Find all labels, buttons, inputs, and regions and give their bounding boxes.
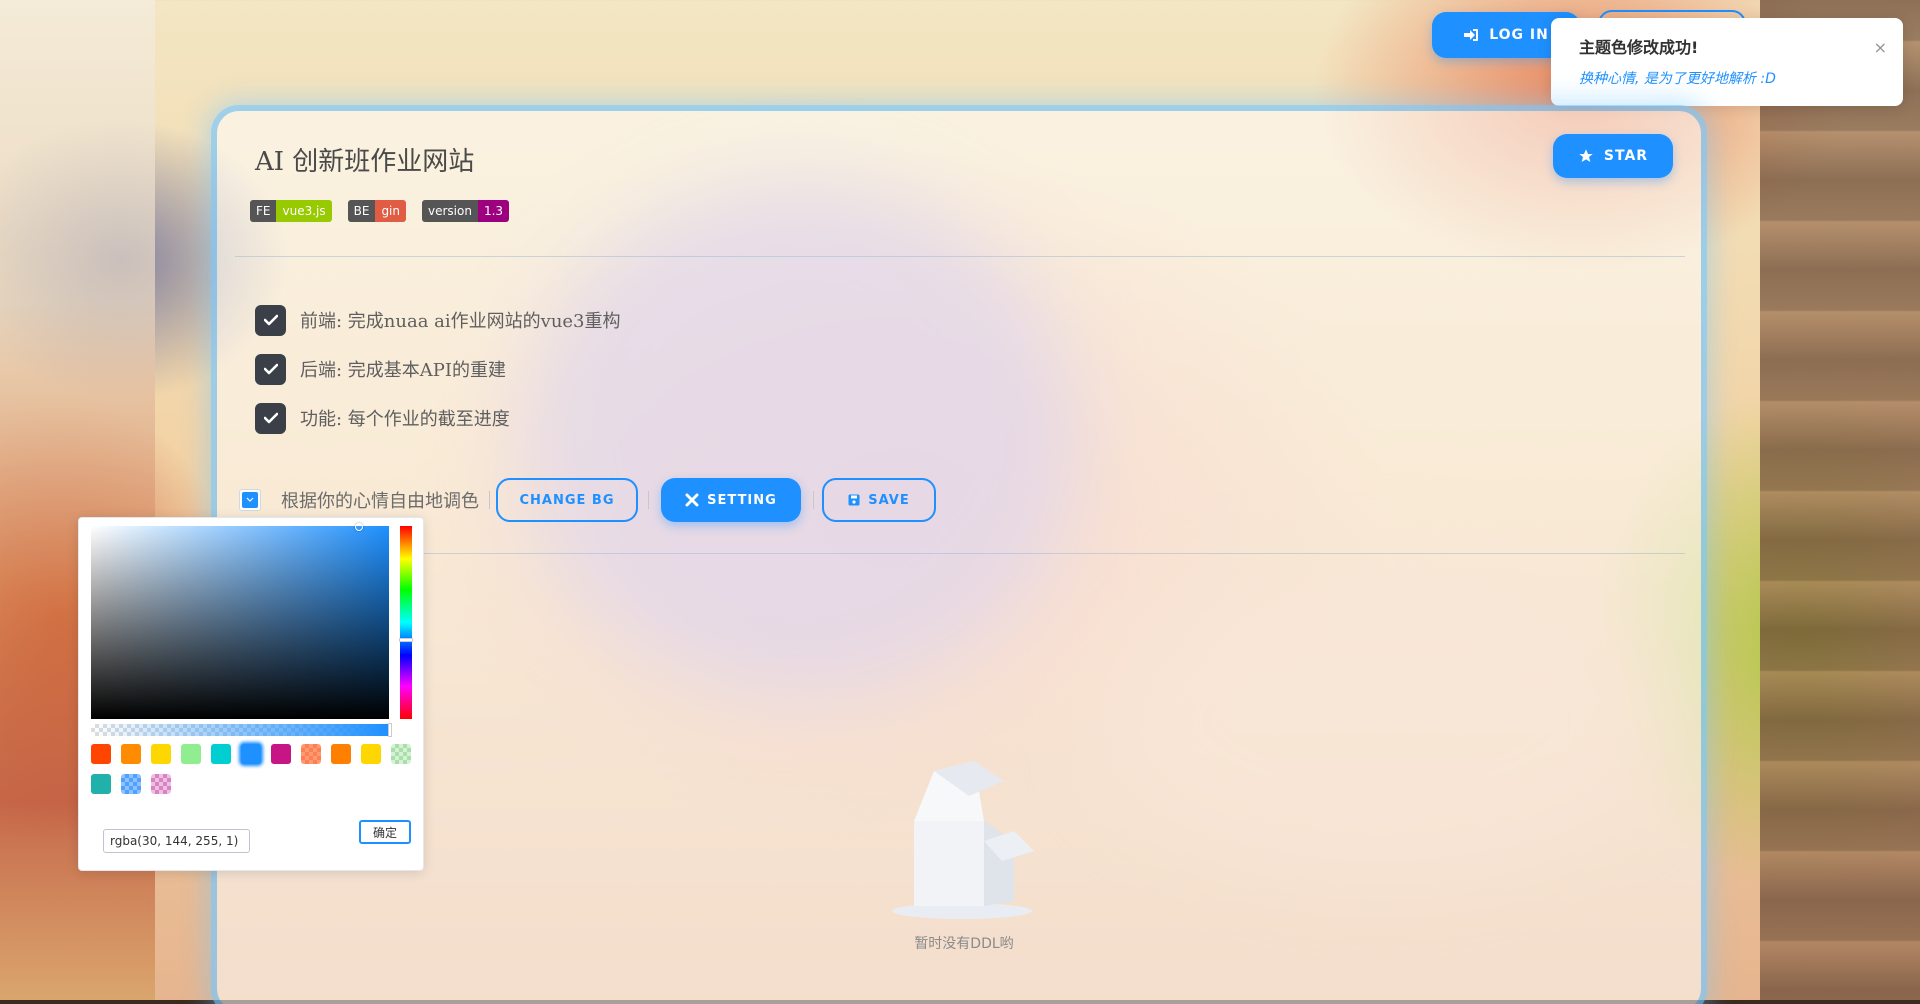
confirm-button[interactable]: 确定 xyxy=(359,820,411,844)
swatch[interactable] xyxy=(211,744,231,764)
star-button[interactable]: STAR xyxy=(1553,134,1673,178)
mood-text: 根据你的心情自由地调色 xyxy=(281,491,479,512)
notification-toast: 主题色修改成功! 换种心情, 是为了更好地解析 :D × xyxy=(1551,18,1903,106)
save-label: SAVE xyxy=(868,492,910,508)
badge-key: BE xyxy=(347,200,376,222)
hue-thumb[interactable] xyxy=(399,638,413,642)
selected-color-swatch xyxy=(242,492,258,508)
save-icon xyxy=(848,494,860,506)
setting-label: SETTING xyxy=(707,492,777,508)
theme-controls: 根据你的心情自由地调色 CHANGE BG SETTING SAVE xyxy=(239,478,936,522)
close-icon[interactable]: × xyxy=(1874,38,1887,57)
badge-list: FE vue3.js BE gin version 1.3 xyxy=(250,200,510,222)
swatch-selected[interactable] xyxy=(241,744,261,764)
swatch[interactable] xyxy=(121,774,141,794)
badge-be: BE gin xyxy=(347,200,406,222)
check-icon xyxy=(263,314,278,326)
empty-text: 暂时没有DDL哟 xyxy=(914,936,1014,952)
task-checkbox[interactable] xyxy=(255,304,286,336)
color-picker-panel: rgba(30, 144, 255, 1) 确定 xyxy=(78,517,424,871)
badge-value: vue3.js xyxy=(276,200,332,222)
page-title: AI 创新班作业网站 xyxy=(255,147,475,177)
badge-value: 1.3 xyxy=(477,200,510,222)
alpha-slider[interactable] xyxy=(91,723,392,737)
chevron-down-icon xyxy=(246,497,254,502)
check-icon xyxy=(263,363,278,375)
divider xyxy=(235,256,1685,257)
swatch[interactable] xyxy=(181,744,201,764)
swatch[interactable] xyxy=(151,744,171,764)
badge-version: version 1.3 xyxy=(422,200,510,222)
predefined-swatches xyxy=(91,744,411,794)
sign-in-icon xyxy=(1464,29,1479,41)
swatch[interactable] xyxy=(91,774,111,794)
check-icon xyxy=(263,412,278,424)
swatch[interactable] xyxy=(301,744,321,764)
swatch[interactable] xyxy=(91,744,111,764)
task-text: 功能: 每个作业的截至进度 xyxy=(300,409,510,430)
badge-fe: FE vue3.js xyxy=(250,200,332,222)
swatch[interactable] xyxy=(331,744,351,764)
badge-key: FE xyxy=(250,200,277,222)
color-picker-trigger[interactable] xyxy=(239,489,261,511)
task-list: 前端: 完成nuaa ai作业网站的vue3重构 后端: 完成基本API的重建 … xyxy=(255,304,621,451)
star-label: STAR xyxy=(1603,148,1649,164)
change-bg-label: CHANGE BG xyxy=(519,492,615,508)
badge-value: gin xyxy=(375,200,406,222)
task-item: 功能: 每个作业的截至进度 xyxy=(255,402,621,434)
swatch[interactable] xyxy=(391,744,411,764)
task-item: 前端: 完成nuaa ai作业网站的vue3重构 xyxy=(255,304,621,336)
task-text: 前端: 完成nuaa ai作业网站的vue3重构 xyxy=(300,311,621,332)
task-item: 后端: 完成基本API的重建 xyxy=(255,353,621,385)
empty-state: 暂时没有DDL哟 xyxy=(874,751,1054,953)
sv-cursor[interactable] xyxy=(355,523,363,531)
empty-box-icon xyxy=(892,761,1034,919)
save-button[interactable]: SAVE xyxy=(822,478,936,522)
change-bg-button[interactable]: CHANGE BG xyxy=(496,478,638,522)
background-bookshelf xyxy=(1760,0,1920,1004)
divider xyxy=(648,491,649,509)
star-icon xyxy=(1579,149,1593,162)
swatch[interactable] xyxy=(271,744,291,764)
setting-button[interactable]: SETTING xyxy=(661,478,801,522)
saturation-value-area[interactable] xyxy=(91,523,389,719)
divider xyxy=(489,491,490,509)
task-text: 后端: 完成基本API的重建 xyxy=(300,360,507,381)
divider xyxy=(813,491,814,509)
main-card: AI 创新班作业网站 STAR FE vue3.js BE gin versio… xyxy=(217,111,1701,1004)
alpha-thumb[interactable] xyxy=(388,723,392,737)
swatch[interactable] xyxy=(121,744,141,764)
divider xyxy=(235,553,1685,554)
badge-key: version xyxy=(422,200,478,222)
tools-icon xyxy=(685,493,699,507)
swatch[interactable] xyxy=(151,774,171,794)
color-value-input[interactable]: rgba(30, 144, 255, 1) xyxy=(103,829,250,853)
login-label: LOG IN xyxy=(1489,27,1549,43)
toast-title: 主题色修改成功! xyxy=(1579,38,1699,57)
hue-slider[interactable] xyxy=(399,526,413,719)
toast-message: 换种心情, 是为了更好地解析 :D xyxy=(1579,71,1776,87)
swatch[interactable] xyxy=(361,744,381,764)
task-checkbox[interactable] xyxy=(255,402,286,434)
task-checkbox[interactable] xyxy=(255,353,286,385)
